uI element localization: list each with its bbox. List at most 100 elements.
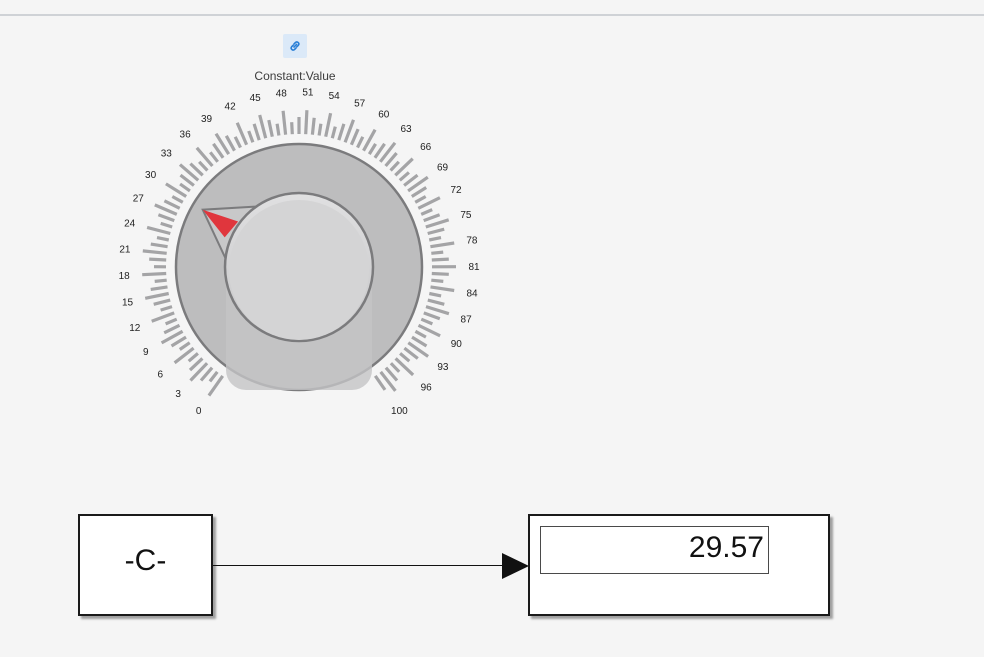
dial-tick xyxy=(410,186,428,198)
dial-tick-label: 66 xyxy=(420,142,432,153)
dial-tick xyxy=(356,136,365,149)
dial-tick xyxy=(198,160,209,172)
dial-tick xyxy=(324,112,333,138)
dial-tick xyxy=(367,143,377,155)
dial-tick xyxy=(430,241,455,249)
dial-tick xyxy=(428,291,442,298)
dial-tick-label: 69 xyxy=(437,162,449,173)
dial-tick xyxy=(150,285,168,291)
dial-tick xyxy=(153,298,171,306)
dial-tick xyxy=(310,117,316,135)
dial-tick xyxy=(224,135,236,152)
dial-tick xyxy=(389,362,401,373)
dial-tick-label: 78 xyxy=(466,236,478,247)
dial-tick-label: 30 xyxy=(145,170,157,181)
dial-tick-label: 72 xyxy=(450,185,462,196)
dial-tick xyxy=(389,160,400,172)
dial-tick-label: 36 xyxy=(180,130,192,141)
dial-tick xyxy=(209,151,219,163)
constant-block[interactable]: -C- xyxy=(78,514,213,616)
dial-tick xyxy=(430,285,455,293)
dial-tick-label: 75 xyxy=(460,210,472,221)
dial-tick-label: 3 xyxy=(175,389,181,400)
dial-tick xyxy=(423,213,441,223)
dial-tick-label: 51 xyxy=(302,88,314,99)
dial-tick xyxy=(431,257,449,262)
dial-tick xyxy=(163,199,181,210)
dial-tick-label: 63 xyxy=(400,124,412,135)
dial-tick xyxy=(144,291,170,300)
dial-tick xyxy=(414,195,427,204)
dial-tick xyxy=(281,110,288,135)
dial-tick xyxy=(290,122,294,135)
dial-tick xyxy=(399,352,411,363)
dial-tick xyxy=(420,208,433,216)
dial-tick-label: 39 xyxy=(201,114,213,125)
dial-tick xyxy=(154,278,167,283)
dial-tick-label: 45 xyxy=(250,93,262,104)
dial-tick xyxy=(247,130,255,143)
dial-tick xyxy=(427,298,445,306)
dial-tick-label: 9 xyxy=(143,347,149,358)
dial-tick-label: 87 xyxy=(461,315,473,326)
dial-tick-label: 12 xyxy=(129,323,141,334)
signal-line[interactable] xyxy=(213,565,505,566)
dial-tick-label: 42 xyxy=(225,102,237,113)
dial-tick-label: 15 xyxy=(122,297,134,308)
dial-tick xyxy=(275,123,281,136)
dial-tick-label: 54 xyxy=(329,91,341,102)
dial-tick xyxy=(423,311,441,321)
dial-tick xyxy=(233,136,242,149)
dial-tick-label: 0 xyxy=(196,406,202,417)
dial-tick xyxy=(411,335,428,348)
dial-tick-label: 48 xyxy=(276,88,288,99)
dial-tick xyxy=(156,236,170,242)
dial-tick xyxy=(160,305,173,312)
dial-tick xyxy=(414,329,427,339)
dial-tick xyxy=(157,213,175,223)
dial-tick-label: 84 xyxy=(466,289,478,300)
dial-tick xyxy=(149,257,167,262)
dial-tick xyxy=(420,317,434,326)
dial-tick xyxy=(164,317,178,326)
dial-tick xyxy=(425,218,450,229)
dial-tick-label: 57 xyxy=(354,98,366,109)
signal-arrow-head xyxy=(502,553,529,579)
display-value: 29.57 xyxy=(540,526,769,574)
dial-tick-label: 24 xyxy=(124,218,136,229)
dial-tick xyxy=(146,225,171,236)
dial-tick xyxy=(431,250,444,255)
dial-tick xyxy=(150,242,168,249)
dial-tick xyxy=(349,128,360,146)
dial-tick-label: 33 xyxy=(161,148,173,159)
dial-tick xyxy=(142,271,167,277)
dial-tick xyxy=(163,323,181,335)
dial-tick-label: 90 xyxy=(451,339,463,350)
dial-tick xyxy=(330,126,337,139)
dial-tick xyxy=(252,123,261,141)
dial-tick-label: 21 xyxy=(119,245,131,256)
dial-tick-label: 81 xyxy=(468,262,480,273)
constant-block-label: -C- xyxy=(124,544,167,577)
dial-tick xyxy=(304,110,309,135)
knob-cap-face xyxy=(229,200,369,340)
dial-tick xyxy=(170,335,187,348)
dial-tick xyxy=(428,236,442,242)
dial-tick xyxy=(160,221,173,229)
dial-tick xyxy=(431,278,444,283)
dial-tick xyxy=(431,271,449,276)
dial-tick xyxy=(317,123,323,136)
dial-tick xyxy=(142,249,167,255)
dial-tick xyxy=(187,352,199,363)
dial-tick xyxy=(427,227,445,236)
dial-tick xyxy=(171,195,184,204)
dial-tick-label: 18 xyxy=(119,271,131,282)
display-block[interactable]: 29.57 xyxy=(528,514,830,616)
dial-tick xyxy=(425,305,450,316)
dial-tick-label: 100 xyxy=(391,406,408,417)
dial-tick xyxy=(208,370,219,383)
dial-tick-label: 93 xyxy=(437,362,449,373)
dial-tick-label: 96 xyxy=(421,383,433,394)
dial-tick xyxy=(337,123,346,141)
dial-tick xyxy=(179,182,191,193)
